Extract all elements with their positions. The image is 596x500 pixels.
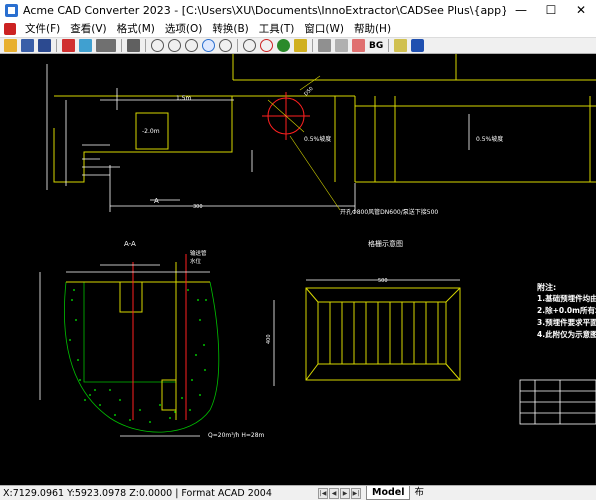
section-aa-title: A-A bbox=[124, 240, 136, 248]
drawing-canvas[interactable]: 1.5m -2.0m 0.5%坡度 0.5%坡度 D50 300 开孔Φ800风… bbox=[0, 54, 596, 485]
slope-label-2: 0.5%坡度 bbox=[476, 135, 503, 143]
layer-manager-icon[interactable] bbox=[335, 39, 348, 52]
wall-outline bbox=[53, 54, 596, 183]
zoom-window-icon[interactable] bbox=[185, 39, 198, 52]
dim-2-0m-label: -2.0m bbox=[142, 128, 160, 135]
pump-label-water: 水位 bbox=[190, 257, 202, 265]
section-mark-a: A bbox=[154, 197, 159, 205]
prev-layout-button[interactable]: ◀ bbox=[329, 487, 339, 499]
menu-help[interactable]: 帮助(H) bbox=[349, 21, 396, 36]
toolbar: BG bbox=[0, 37, 596, 54]
toolbar-divider bbox=[237, 39, 238, 52]
menu-view[interactable]: 查看(V) bbox=[65, 21, 111, 36]
bg-button[interactable]: BG bbox=[369, 41, 383, 51]
maximize-button[interactable]: ☐ bbox=[536, 0, 566, 20]
save-icon[interactable] bbox=[21, 39, 34, 52]
next-layout-button[interactable]: ▶ bbox=[340, 487, 350, 499]
save-as-icon[interactable] bbox=[38, 39, 51, 52]
zoom-realtime-icon[interactable] bbox=[243, 39, 256, 52]
document-icon[interactable] bbox=[4, 22, 16, 35]
info-icon[interactable] bbox=[411, 39, 425, 52]
dimension-lines bbox=[46, 64, 470, 212]
format-icon[interactable] bbox=[96, 39, 116, 52]
note-1: 1.基础预埋件均由土 bbox=[537, 293, 596, 303]
menu-file[interactable]: 文件(F) bbox=[20, 21, 65, 36]
notes-title: 附注: bbox=[537, 282, 556, 292]
bg-color-icon[interactable] bbox=[352, 39, 365, 52]
tab-layout[interactable]: 布 bbox=[410, 486, 428, 500]
last-layout-button[interactable]: ▶| bbox=[351, 487, 361, 499]
print-icon[interactable] bbox=[127, 39, 140, 52]
slope-label-1: 0.5%坡度 bbox=[304, 135, 331, 143]
grille-title: 格栅示意图 bbox=[368, 239, 403, 248]
zoom-previous-icon[interactable] bbox=[260, 39, 273, 52]
grille-width-label: 500 bbox=[378, 278, 388, 284]
pump-label-pipe: 输送管 bbox=[190, 249, 207, 257]
menu-tools[interactable]: 工具(T) bbox=[254, 21, 300, 36]
app-logo-icon bbox=[5, 3, 18, 17]
zoom-extents-icon[interactable] bbox=[202, 39, 215, 52]
menu-format[interactable]: 格式(M) bbox=[112, 21, 160, 36]
toolbar-divider bbox=[145, 39, 146, 52]
cad-drawing[interactable]: 1.5m -2.0m 0.5%坡度 0.5%坡度 D50 300 开孔Φ800风… bbox=[0, 54, 596, 485]
menu-window[interactable]: 窗口(W) bbox=[299, 21, 349, 36]
grille-frame bbox=[305, 287, 461, 381]
toolbar-divider bbox=[56, 39, 57, 52]
minimize-button[interactable]: — bbox=[506, 0, 536, 20]
title-block-table bbox=[519, 379, 596, 425]
open-icon[interactable] bbox=[4, 39, 17, 52]
coordinate-readout: X:7129.0961 Y:5923.0978 Z:0.0000 | Forma… bbox=[3, 487, 272, 499]
pan-icon[interactable] bbox=[219, 39, 232, 52]
grille-height-label: 400 bbox=[266, 334, 272, 344]
status-bar: X:7129.0961 Y:5923.0978 Z:0.0000 | Forma… bbox=[0, 485, 596, 500]
text-search-icon[interactable] bbox=[318, 39, 331, 52]
home-icon[interactable] bbox=[394, 39, 408, 52]
zoom-out-icon[interactable] bbox=[151, 39, 164, 52]
tab-model[interactable]: Model bbox=[366, 486, 411, 500]
menu-convert[interactable]: 转换(B) bbox=[207, 21, 253, 36]
print-preview-icon[interactable] bbox=[62, 39, 75, 52]
toolbar-divider bbox=[388, 39, 390, 52]
menu-bar: 文件(F) 查看(V) 格式(M) 选项(O) 转换(B) 工具(T) 窗口(W… bbox=[0, 20, 596, 37]
pump-pipe bbox=[132, 254, 187, 420]
toolbar-divider bbox=[312, 39, 313, 52]
dim-1-5m-label: 1.5m bbox=[176, 95, 192, 102]
menu-options[interactable]: 选项(O) bbox=[160, 21, 207, 36]
first-layout-button[interactable]: |◀ bbox=[318, 487, 328, 499]
note-3: 3.预埋件要求平面 bbox=[537, 317, 596, 327]
note-4: 4.此附仅为示意图, bbox=[537, 329, 596, 339]
dim-300-label: 300 bbox=[193, 204, 203, 210]
measure-icon[interactable] bbox=[294, 39, 307, 52]
window-title: Acme CAD Converter 2023 - [C:\Users\XU\D… bbox=[23, 4, 506, 17]
layers-icon[interactable] bbox=[79, 39, 92, 52]
note-2: 2.除+0.0m所有地面 bbox=[537, 305, 596, 315]
close-button[interactable]: ✕ bbox=[566, 0, 596, 20]
pump-spec-label: Q=20m³/h H=28m bbox=[208, 432, 265, 439]
toolbar-divider bbox=[121, 39, 122, 52]
grille-dimensions bbox=[273, 279, 460, 386]
layout-nav: |◀ ◀ ▶ ▶| bbox=[318, 487, 362, 499]
zoom-in-icon[interactable] bbox=[168, 39, 181, 52]
pipe-note-label: 开孔Φ800风管DN600/泵送下接500 bbox=[340, 208, 438, 216]
title-bar: Acme CAD Converter 2023 - [C:\Users\XU\D… bbox=[0, 0, 596, 20]
eye-icon[interactable] bbox=[277, 39, 290, 52]
